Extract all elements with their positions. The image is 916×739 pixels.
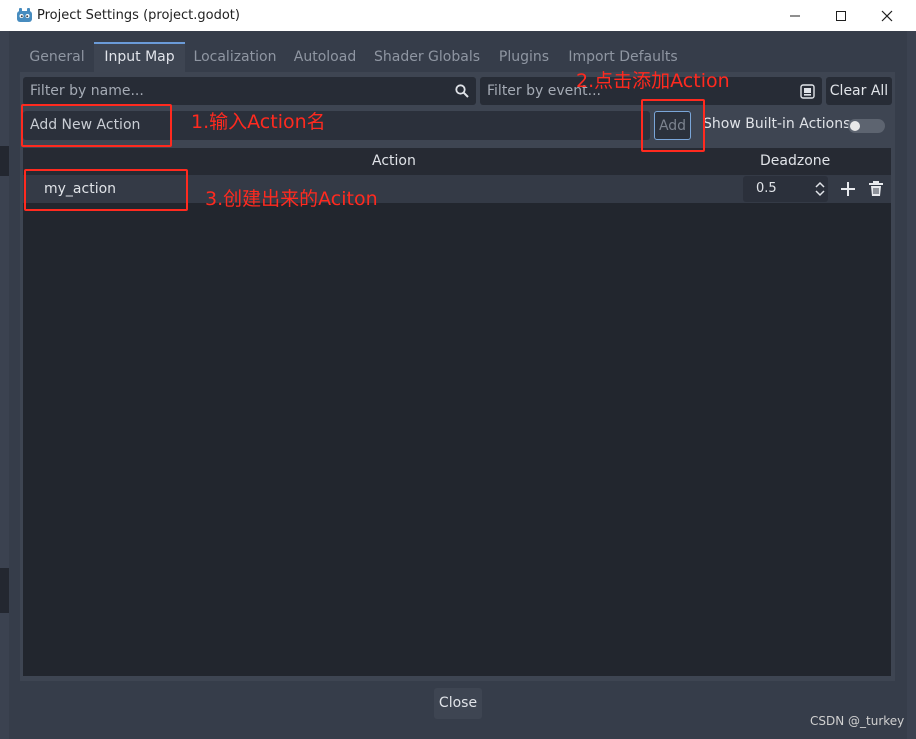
godot-icon [17, 8, 32, 22]
deadzone-value: 0.5 [756, 181, 777, 196]
window-title: Project Settings (project.godot) [37, 8, 240, 23]
settings-tabbar: General Input Map Localization Autoload … [20, 42, 895, 72]
tab-plugins[interactable]: Plugins [489, 42, 559, 72]
show-builtin-actions-label: Show Built-in Actions [703, 116, 851, 132]
close-icon [881, 10, 893, 21]
action-tree: Action Deadzone my_action 0.5 [23, 148, 891, 676]
filter-by-name-placeholder: Filter by name... [30, 83, 144, 99]
toggle-knob [850, 121, 860, 131]
add-event-icon[interactable] [839, 180, 857, 198]
tab-localization[interactable]: Localization [185, 42, 285, 72]
annotation-step-2: 2.点击添加Action [576, 70, 730, 92]
minimize-button[interactable] [772, 0, 818, 31]
tab-input-map[interactable]: Input Map [94, 42, 185, 72]
tab-autoload[interactable]: Autoload [285, 42, 365, 72]
window-titlebar: Project Settings (project.godot) [0, 0, 916, 32]
tab-general[interactable]: General [20, 42, 94, 72]
column-header-deadzone: Deadzone [760, 153, 831, 169]
editor-background-left [0, 31, 9, 739]
column-header-action: Action [372, 153, 416, 169]
close-button[interactable]: Close [434, 688, 482, 719]
watermark: CSDN @_turkey [810, 714, 905, 728]
keyboard-capture-icon[interactable] [800, 84, 815, 99]
deadzone-spinbox[interactable]: 0.5 [743, 176, 828, 202]
spin-arrows-icon[interactable] [815, 181, 825, 197]
editor-background-right [907, 31, 916, 739]
tab-shader-globals[interactable]: Shader Globals [367, 42, 487, 72]
delete-action-icon[interactable] [867, 180, 885, 198]
annotation-box-action-name [21, 104, 172, 147]
search-icon [455, 84, 469, 98]
annotation-box-add-button [641, 99, 705, 152]
close-window-button[interactable] [864, 0, 910, 31]
filter-by-name-input[interactable]: Filter by name... [23, 77, 476, 105]
annotation-step-3: 3.创建出来的Aciton [205, 188, 378, 210]
show-builtin-actions-toggle[interactable] [848, 119, 885, 133]
clear-all-button[interactable]: Clear All [826, 77, 892, 105]
annotation-step-1: 1.输入Action名 [191, 111, 326, 133]
minimize-icon [790, 15, 800, 16]
annotation-box-created-action [24, 169, 188, 211]
maximize-icon [836, 10, 846, 21]
maximize-button[interactable] [818, 0, 864, 31]
